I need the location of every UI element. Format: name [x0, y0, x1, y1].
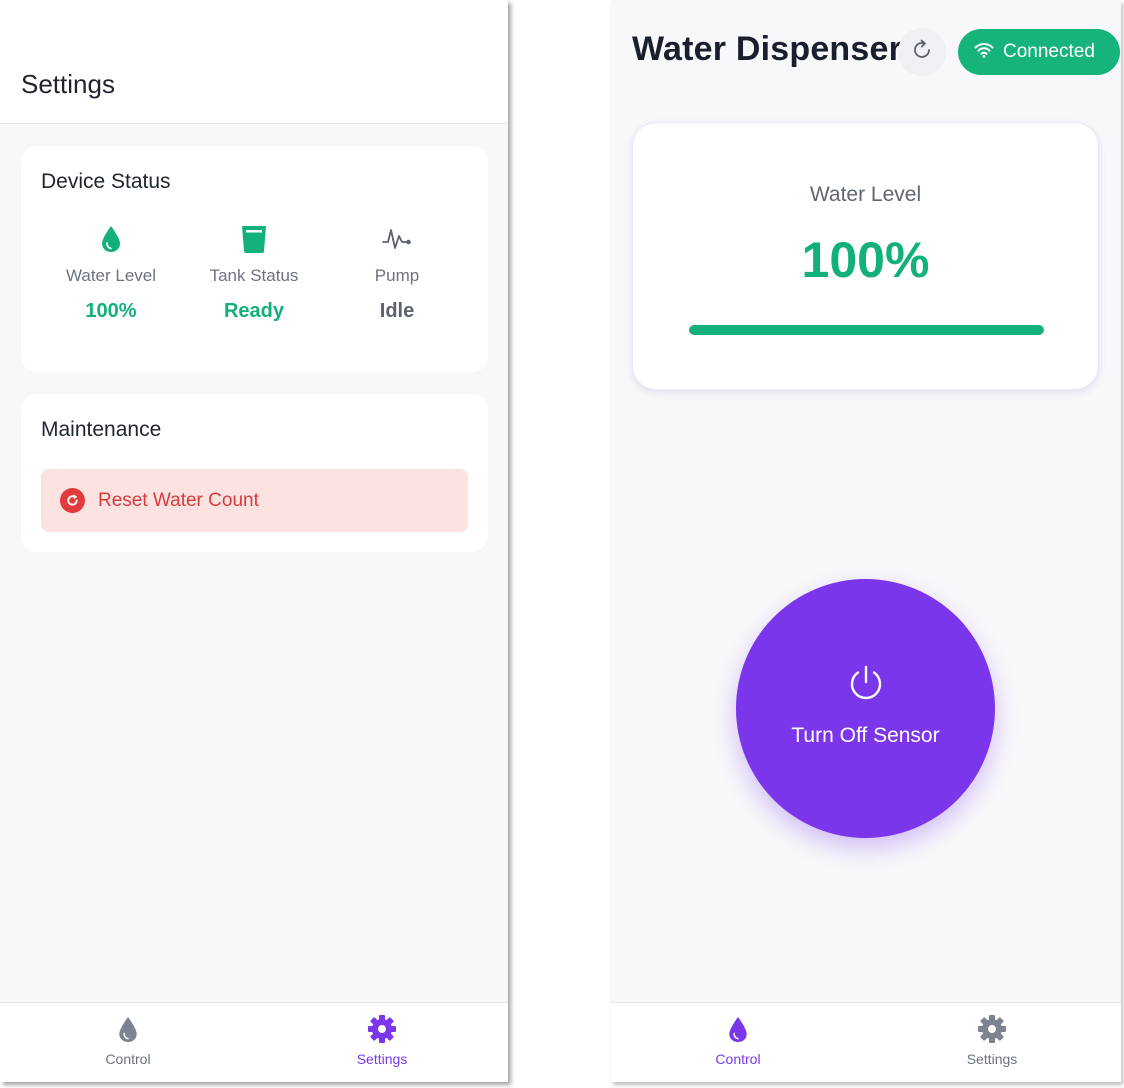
- pump-label: Pump: [374, 266, 420, 285]
- gear-icon: [322, 1013, 442, 1045]
- nav-settings-label: Settings: [356, 1051, 408, 1067]
- tank-status-label: Tank Status: [209, 266, 299, 285]
- water-level-progress-bar: [689, 325, 1044, 335]
- control-screen: Water Dispenser Connected Water Level 10…: [611, 0, 1121, 1082]
- nav-control[interactable]: Control: [68, 1013, 188, 1067]
- page-title: Water Dispenser: [632, 30, 903, 68]
- pulse-icon: [327, 222, 467, 256]
- nav-control-label: Control: [105, 1051, 151, 1067]
- water-level-progress-fill: [689, 325, 1044, 335]
- water-level-value: 100%: [801, 232, 930, 288]
- tank-icon: [184, 222, 324, 256]
- bottom-nav: Control Settings: [0, 1002, 508, 1082]
- turn-off-sensor-button[interactable]: Turn Off Sensor: [736, 579, 995, 838]
- nav-settings-label: Settings: [966, 1051, 1018, 1067]
- refresh-icon: [910, 38, 934, 67]
- turn-off-sensor-label: Turn Off Sensor: [791, 724, 940, 747]
- water-level-value: 100%: [85, 300, 137, 322]
- water-level-card: Water Level 100%: [632, 122, 1099, 390]
- device-status-card: Device Status Water Level 100% Tank Stat…: [21, 146, 488, 372]
- nav-control[interactable]: Control: [678, 1013, 798, 1067]
- power-icon: [847, 664, 885, 707]
- wifi-icon: [974, 42, 994, 63]
- maintenance-title: Maintenance: [41, 418, 162, 441]
- water-level-label: Water Level: [809, 183, 922, 206]
- water-level-label: Water Level: [65, 266, 157, 285]
- device-status-title: Device Status: [41, 170, 171, 193]
- bottom-nav: Control Settings: [611, 1002, 1121, 1082]
- nav-control-label: Control: [715, 1051, 761, 1067]
- page-title: Settings: [21, 69, 115, 99]
- nav-settings[interactable]: Settings: [932, 1013, 1052, 1067]
- settings-screen: Settings Device Status Water Level 100% …: [0, 0, 508, 1082]
- tank-status-stat: Tank Status Ready: [184, 222, 324, 323]
- reset-water-count-label: Reset Water Count: [98, 489, 259, 511]
- tank-status-value: Ready: [223, 300, 285, 322]
- refresh-button[interactable]: [898, 28, 946, 76]
- water-drop-icon: [68, 1013, 188, 1045]
- water-drop-icon: [678, 1013, 798, 1045]
- settings-header: Settings: [0, 0, 508, 124]
- reset-water-count-button[interactable]: Reset Water Count: [41, 469, 468, 532]
- connection-status-label: Connected: [1003, 41, 1095, 62]
- water-drop-icon: [41, 222, 181, 256]
- pump-stat: Pump Idle: [327, 222, 467, 323]
- water-level-stat: Water Level 100%: [41, 222, 181, 323]
- maintenance-card: Maintenance Reset Water Count: [21, 394, 488, 552]
- gear-icon: [932, 1013, 1052, 1045]
- nav-settings[interactable]: Settings: [322, 1013, 442, 1067]
- reset-icon: [60, 488, 85, 513]
- pump-value: Idle: [379, 300, 415, 322]
- connection-status-badge: Connected: [958, 29, 1120, 75]
